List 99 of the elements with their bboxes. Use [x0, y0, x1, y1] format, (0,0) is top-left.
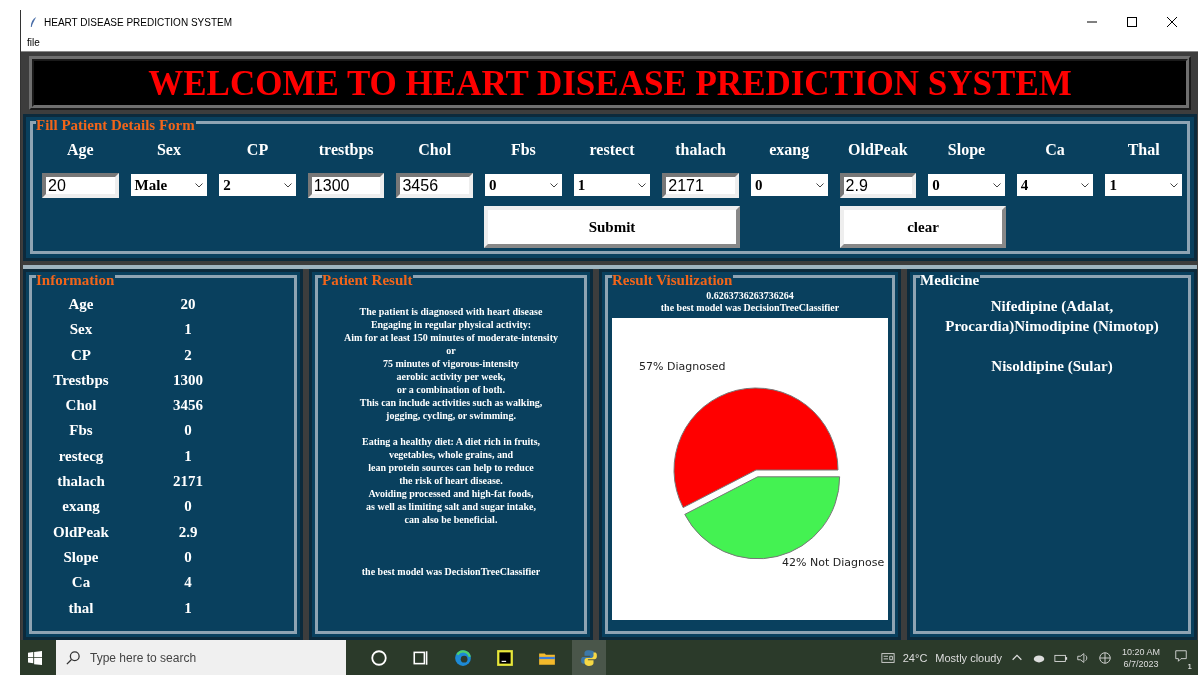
clear-button[interactable]: clear [840, 206, 1006, 248]
field-label: Chol [417, 141, 453, 159]
field-label: OldPeak [847, 141, 909, 159]
notification-icon[interactable] [1174, 648, 1188, 663]
search-field[interactable]: Type here to search [56, 640, 346, 675]
dropdown[interactable]: 0 [928, 174, 1005, 196]
chevron-down-icon[interactable] [815, 182, 824, 188]
dropdown[interactable]: 0 [485, 174, 562, 196]
info-value: 0 [183, 497, 193, 517]
menu-item[interactable]: file [27, 37, 40, 48]
temperature-text: 24°C [902, 651, 928, 664]
window-title: HEART DISEASE PREDICTION SYSTEM [44, 16, 232, 28]
dropdown[interactable]: 2 [219, 174, 296, 196]
browser-icon[interactable] [454, 648, 472, 667]
info-label: exang [61, 497, 101, 517]
panel-title: Result Visulization [612, 272, 734, 288]
ide-icon[interactable] [496, 648, 514, 667]
input-field[interactable]: 2.9 [839, 173, 917, 198]
dropdown[interactable]: 4 [1016, 174, 1094, 196]
info-label: thalach [56, 472, 106, 492]
info-value: 2 [183, 345, 193, 365]
info-value: 1 [183, 598, 193, 618]
field-label: Sex [155, 141, 182, 159]
search-icon [66, 650, 80, 665]
info-value: 1300 [172, 370, 204, 390]
field-label: trestbps [317, 141, 375, 159]
input-field[interactable]: 2171 [662, 173, 739, 198]
speaker-icon[interactable] [1075, 650, 1090, 665]
info-label: Sex [68, 320, 94, 340]
windows-icon[interactable] [28, 650, 42, 665]
circle-icon[interactable] [370, 648, 388, 667]
dropdown[interactable]: Male [130, 174, 208, 196]
info-label: Age [67, 295, 95, 314]
submit-button[interactable]: Submit [484, 206, 740, 248]
clock-date: 6/7/2023 [1123, 657, 1159, 670]
info-label: restecg [57, 446, 105, 466]
field-label: restect [588, 141, 636, 159]
field-label: CP [245, 141, 270, 159]
info-value: 0 [183, 547, 193, 567]
info-label: Ca [70, 573, 92, 593]
chevron-down-icon[interactable] [1170, 182, 1178, 188]
chevron-down-icon[interactable] [638, 182, 647, 188]
advice-text: Eating a healthy diet: A diet rich in fruits, vegetables, whole grains, and lean protein sources can help to reduce the risk of heart disease. Avoiding processed and high-fat foods, as well as limiting salt and sugar intake, can also be beneficial. [360, 435, 542, 526]
chevron-down-icon[interactable] [283, 182, 292, 188]
slice-label: 57% Diagnosed [639, 360, 726, 373]
field-label: Age [65, 141, 95, 159]
field-label: Fbs [509, 141, 537, 159]
info-value: 1 [183, 320, 193, 340]
info-label: Chol [64, 396, 98, 416]
accuracy-text: 0.6263736263736264 [705, 290, 795, 302]
info-label: CP [70, 345, 92, 365]
info-label: Trestbps [52, 370, 110, 390]
notification-count: 1 [1187, 661, 1192, 671]
input-field[interactable]: 1300 [307, 173, 385, 198]
info-value: 20 [179, 295, 197, 314]
chevron-down-icon[interactable] [549, 182, 558, 188]
feather-icon [29, 15, 38, 29]
chevron-down-icon[interactable] [1081, 182, 1090, 188]
info-label: Slope [62, 547, 100, 567]
info-value: 1 [183, 446, 193, 466]
maximize-icon[interactable] [1127, 17, 1137, 27]
dropdown[interactable]: 1 [1105, 174, 1182, 196]
advice-text: The patient is diagnosed with heart disease Engaging in regular physical activity: Aim for at least 150 minutes of moderate-intensity or 75 minutes of vigorous-intensity aerobic activity per week, or a combination of both. This can include activities such as walking, jogging, cycling, or swimming. [343, 305, 559, 422]
input-field[interactable]: 3456 [396, 173, 474, 198]
panel-title: Patient Result [322, 272, 414, 288]
info-label: Fbs [68, 421, 94, 441]
panel-title: Information [36, 272, 116, 288]
panel-title: Fill Patient Details Form [36, 117, 196, 133]
weather-text: Mostly cloudy [935, 651, 1002, 664]
dropdown[interactable]: 1 [573, 174, 651, 196]
chevron-down-icon[interactable] [992, 182, 1001, 188]
info-value: 0 [183, 421, 193, 441]
info-value: 4 [183, 573, 193, 593]
chevron-down-icon[interactable] [195, 182, 204, 188]
field-label: Ca [1044, 141, 1066, 159]
input-field[interactable]: 20 [42, 173, 119, 198]
python-icon[interactable] [580, 648, 598, 667]
panel-title: Medicine [920, 272, 981, 288]
field-label: exang [768, 141, 811, 159]
best-model-text: the best model was DecisionTreeClassifier [360, 566, 542, 577]
news-icon[interactable] [880, 650, 895, 665]
medicine-text: Nifedipine (Adalat, Procardia)Nimodipine (Nimotop) [944, 297, 1160, 336]
info-value: 2171 [172, 472, 204, 492]
close-icon[interactable] [1167, 17, 1177, 27]
best-model-text: the best model was DecisionTreeClassifier [659, 302, 841, 314]
dropdown[interactable]: 0 [750, 174, 828, 196]
info-value: 2.9 [177, 522, 199, 542]
info-label: OldPeak [52, 522, 110, 542]
slice-label: 42% Not Diagnose [782, 556, 885, 569]
field-label: Thal [1126, 141, 1161, 159]
banner: WELCOME TO HEART DISEASE PREDICTION SYSTEM [29, 56, 1191, 110]
field-label: thalach [674, 141, 727, 159]
info-value: 3456 [172, 396, 204, 416]
globe-icon[interactable] [1097, 650, 1112, 665]
medicine-text: Nisoldipine (Sular) [990, 357, 1114, 376]
field-label: Slope [946, 141, 987, 159]
clock-time: 10:20 AM [1121, 645, 1160, 658]
info-label: thal [67, 598, 95, 618]
task-view-icon[interactable] [412, 648, 430, 667]
